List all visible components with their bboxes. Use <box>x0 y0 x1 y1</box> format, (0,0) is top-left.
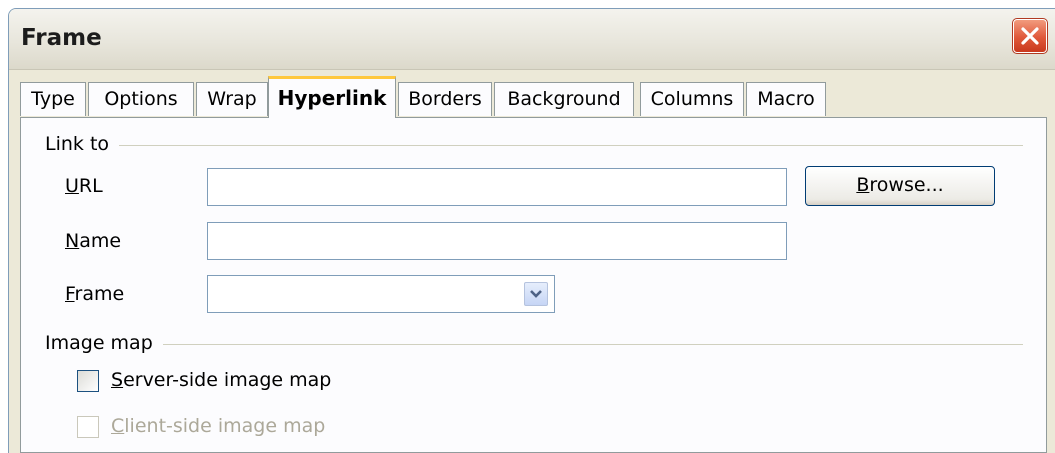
server-side-label[interactable]: Server-side image map <box>111 369 331 391</box>
tab-background[interactable]: Background <box>494 82 634 116</box>
tab-type[interactable]: Type <box>20 82 86 116</box>
url-input[interactable] <box>207 168 787 206</box>
frame-label: Frame <box>65 283 125 305</box>
url-label: URL <box>65 175 103 197</box>
hyperlink-panel: Link to URL Browse... Name Frame Image m… <box>20 117 1047 453</box>
tab-wrap[interactable]: Wrap <box>196 82 268 116</box>
name-input[interactable] <box>207 222 787 260</box>
image-map-separator <box>45 344 1023 345</box>
tab-borders[interactable]: Borders <box>398 82 492 116</box>
link-to-separator <box>45 145 1023 146</box>
frame-dropdown[interactable] <box>207 275 555 313</box>
server-side-checkbox[interactable] <box>77 370 99 392</box>
chevron-down-icon[interactable] <box>524 282 548 306</box>
title-bar[interactable]: Frame <box>9 9 1055 70</box>
tab-hyperlink[interactable]: Hyperlink <box>268 76 396 118</box>
tab-columns[interactable]: Columns <box>640 82 744 116</box>
client-side-label: Client-side image map <box>111 415 326 437</box>
name-label: Name <box>65 230 122 252</box>
link-to-group-label: Link to <box>45 133 120 155</box>
tab-options[interactable]: Options <box>88 82 194 116</box>
dialog-title: Frame <box>21 25 102 51</box>
tab-macro[interactable]: Macro <box>746 82 826 116</box>
client-side-checkbox <box>77 416 99 438</box>
close-icon <box>1021 27 1039 45</box>
image-map-group-label: Image map <box>45 332 163 354</box>
browse-button[interactable]: Browse... <box>805 166 995 206</box>
close-button[interactable] <box>1012 18 1048 54</box>
